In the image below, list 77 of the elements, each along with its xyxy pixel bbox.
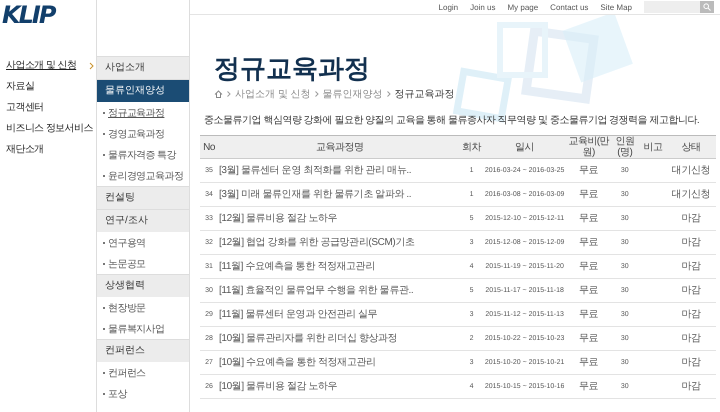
table-cell: 무료 <box>568 230 610 254</box>
table-cell: 무료 <box>568 302 610 326</box>
table-cell: 마감 <box>666 206 716 230</box>
submenu-item[interactable]: 정규교육과정 <box>97 102 189 123</box>
table-cell: 마감 <box>666 326 716 350</box>
top-link[interactable]: Join us <box>470 2 496 12</box>
submenu-heading[interactable]: 물류인재양성 <box>97 79 189 102</box>
table-cell[interactable]: [12월] 협업 강화를 위한 공급망관리(SCM)기초 <box>218 230 462 254</box>
table-cell: 마감 <box>666 374 716 398</box>
submenu-item[interactable]: 연구용역 <box>97 232 189 253</box>
table-cell: 마감 <box>666 278 716 302</box>
table-cell[interactable]: [12월] 물류비용 절감 노하우 <box>218 206 462 230</box>
column-header: 교육비(만원) <box>568 136 610 158</box>
table-cell[interactable]: [10월] 수요예측을 통한 적정재고관리 <box>218 350 462 374</box>
column-header: 일시 <box>482 136 568 158</box>
column-header: 회차 <box>462 136 482 158</box>
submenu-item[interactable]: 현장방문 <box>97 297 189 318</box>
table-cell: 마감 <box>666 350 716 374</box>
table-cell: 무료 <box>568 206 610 230</box>
nav-item[interactable]: 재단소개 <box>6 144 96 156</box>
table-cell[interactable]: [11월] 효율적인 물류업무 수행을 위한 물류관.. <box>218 278 462 302</box>
column-header: No <box>200 136 218 158</box>
breadcrumb-link[interactable]: 정규교육과정 <box>394 87 455 101</box>
submenu-heading[interactable]: 컨퍼런스 <box>97 339 189 362</box>
table-cell[interactable]: [11월] 수요예측을 통한 적정재고관리 <box>218 254 462 278</box>
table-cell: 마감 <box>666 230 716 254</box>
nav-item[interactable]: 자료실 <box>6 81 96 93</box>
table-cell: 대기신청 <box>666 158 716 182</box>
table-cell: 무료 <box>568 374 610 398</box>
breadcrumb-link[interactable]: 사업소개 및 신청 <box>235 87 311 101</box>
column-header: 인원(명) <box>610 136 640 158</box>
table-cell: 마감 <box>666 302 716 326</box>
submenu-item[interactable]: 컨퍼런스 <box>97 362 189 383</box>
search-field[interactable] <box>644 1 714 13</box>
chevron-right-icon <box>386 91 391 97</box>
table-cell: 대기신청 <box>666 182 716 206</box>
submenu-heading[interactable]: 상생협력 <box>97 274 189 297</box>
top-link[interactable]: Contact us <box>550 2 588 12</box>
column-header: 교육과정명 <box>218 136 462 158</box>
table-cell: 무료 <box>568 326 610 350</box>
submenu-item[interactable]: 논문공모 <box>97 253 189 274</box>
chevron-right-icon <box>314 91 319 97</box>
nav-item[interactable]: 사업소개 및 신청 <box>6 60 96 72</box>
top-link[interactable]: Site Map <box>600 2 632 12</box>
chevron-right-icon <box>227 91 231 97</box>
home-icon[interactable] <box>214 90 223 98</box>
table-cell[interactable]: [10월] 물류관리자를 위한 리더십 향상과정 <box>218 326 462 350</box>
nav-item[interactable]: 비즈니스 정보서비스 <box>6 123 96 135</box>
submenu-heading[interactable]: 컨설팅 <box>97 186 189 209</box>
description-text: 중소물류기업 핵심역량 강화에 필요한 양질의 교육을 통해 물류종사자 직무역량 및 중소물류기업 경쟁력을 제고합니다. <box>204 114 700 127</box>
submenu-item[interactable]: 포상 <box>97 383 189 404</box>
table-cell[interactable]: [3월] 물류센터 운영 최적화를 위한 관리 매뉴.. <box>218 158 462 182</box>
table-cell: 마감 <box>666 254 716 278</box>
nav-item[interactable]: 고객센터 <box>6 102 96 114</box>
chevron-right-icon <box>89 62 94 70</box>
table-cell[interactable]: [3월] 미래 물류인재를 위한 물류기초 알파와 .. <box>218 182 462 206</box>
table-cell: 무료 <box>568 278 610 302</box>
page-title: 정규교육과정 <box>214 53 371 83</box>
submenu-item[interactable]: 물류자격증 특강 <box>97 144 189 165</box>
table-cell[interactable]: [11월] 물류센터 운영과 안전관리 실무 <box>218 302 462 326</box>
table-cell: 무료 <box>568 182 610 206</box>
column-header: 비고 <box>640 136 666 158</box>
top-link[interactable]: My page <box>507 2 538 12</box>
top-link[interactable]: Login <box>438 2 458 12</box>
search-button[interactable] <box>700 1 714 13</box>
table-cell: 무료 <box>568 158 610 182</box>
submenu-heading[interactable]: 사업소개 <box>97 56 189 79</box>
table-cell: 무료 <box>568 350 610 374</box>
column-header: 상태 <box>666 136 716 158</box>
table-cell[interactable]: [10월] 물류비용 절감 노하우 <box>218 374 462 398</box>
submenu-item[interactable]: 경영교육과정 <box>97 123 189 144</box>
logo[interactable]: KLIP <box>2 0 54 30</box>
breadcrumb-link[interactable]: 물류인재양성 <box>322 87 383 101</box>
submenu-item[interactable]: 윤리경영교육과정 <box>97 165 189 186</box>
submenu-item[interactable]: 물류복지사업 <box>97 318 189 339</box>
table-cell: 무료 <box>568 254 610 278</box>
submenu-heading[interactable]: 연구/조사 <box>97 209 189 232</box>
